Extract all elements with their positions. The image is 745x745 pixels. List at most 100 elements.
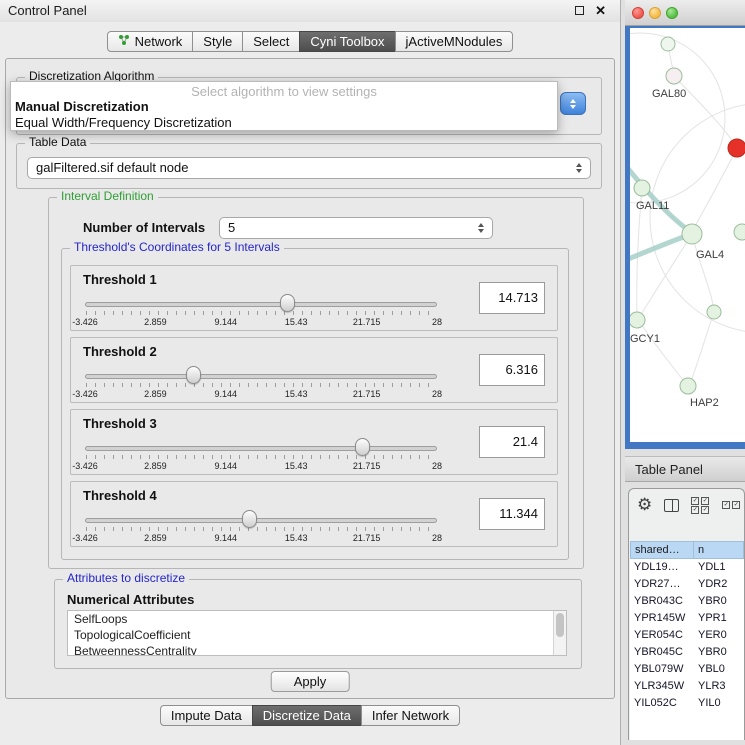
threshold-slider[interactable]: -3.4262.8599.14415.4321.71528 xyxy=(85,365,437,403)
list-scrollbar[interactable] xyxy=(553,611,566,655)
attributes-group: Attributes to discretize Numerical Attri… xyxy=(54,579,582,669)
tab-label: jActiveMNodules xyxy=(406,34,503,49)
slider-tick-label: 9.144 xyxy=(215,461,238,471)
node-label: GAL11 xyxy=(636,200,669,212)
slider-tick-label: 15.43 xyxy=(285,533,308,543)
gear-icon[interactable]: ⚙ xyxy=(637,495,652,515)
tab-cyni-toolbox[interactable]: Cyni Toolbox xyxy=(299,31,395,52)
network-node-gal4[interactable] xyxy=(682,224,702,244)
table-data-title: Table Data xyxy=(25,135,90,149)
threshold-block-1: Threshold 1-3.4262.8599.14415.4321.71528… xyxy=(70,265,558,331)
network-canvas[interactable]: GAL80GAL11GAL4GCY1HAP2 xyxy=(630,28,745,442)
table-row[interactable]: YBR045CYBR0 xyxy=(630,644,744,661)
algorithm-option-equal-width-frequency-discretization[interactable]: Equal Width/Frequency Discretization xyxy=(11,115,557,131)
table-cell: YBL079W xyxy=(630,661,694,678)
table-data-selected: galFiltered.sif default node xyxy=(36,160,188,175)
table-panel-window: ⚙ ✓✓✓✓ ✓✓ shared…n YDL19…YDL1YDR27…YDR2Y… xyxy=(628,488,745,740)
attribute-list-item[interactable]: SelfLoops xyxy=(68,611,566,627)
slider-tick-label: 9.144 xyxy=(215,317,238,327)
minimize-traffic-light-icon[interactable] xyxy=(649,7,661,19)
columns-icon[interactable] xyxy=(664,499,679,512)
threshold-value-field[interactable]: 11.344 xyxy=(479,498,545,530)
network-node[interactable] xyxy=(728,139,745,157)
float-window-icon[interactable] xyxy=(575,6,584,15)
threshold-value-field[interactable]: 6.316 xyxy=(479,354,545,386)
tab-discretize-data[interactable]: Discretize Data xyxy=(252,705,362,726)
slider-thumb[interactable] xyxy=(280,294,295,312)
slider-thumb[interactable] xyxy=(186,366,201,384)
slider-tick-label: 28 xyxy=(432,317,442,327)
number-of-intervals-label: Number of Intervals xyxy=(83,220,205,235)
algorithm-option-manual-discretization[interactable]: Manual Discretization xyxy=(11,99,557,115)
table-row[interactable]: YDR27…YDR2 xyxy=(630,576,744,593)
node-label: HAP2 xyxy=(690,397,719,409)
algorithm-combobox-stepper[interactable] xyxy=(560,92,586,115)
combo-stepper-icon xyxy=(474,218,488,238)
slider-track[interactable] xyxy=(85,374,437,379)
threshold-slider[interactable]: -3.4262.8599.14415.4321.71528 xyxy=(85,437,437,475)
close-traffic-light-icon[interactable] xyxy=(632,7,644,19)
network-node-gcy1[interactable] xyxy=(630,312,645,328)
slider-tick-label: 21.715 xyxy=(353,389,381,399)
network-node[interactable] xyxy=(707,305,721,319)
node-label: GAL80 xyxy=(652,88,686,100)
zoom-traffic-light-icon[interactable] xyxy=(666,7,678,19)
table-row[interactable]: YBL079WYBL0 xyxy=(630,661,744,678)
combo-stepper-icon xyxy=(572,158,586,178)
table-row[interactable]: YIL052CYIL0 xyxy=(630,695,744,712)
algorithm-dropdown-popup: Select algorithm to view settings Manual… xyxy=(10,81,558,131)
slider-thumb[interactable] xyxy=(355,438,370,456)
threshold-slider[interactable]: -3.4262.8599.14415.4321.71528 xyxy=(85,509,437,547)
network-node-gal80[interactable] xyxy=(666,68,682,84)
tab-select[interactable]: Select xyxy=(242,31,300,52)
network-node-gal11[interactable] xyxy=(634,180,650,196)
network-node-hap2[interactable] xyxy=(680,378,696,394)
table-row[interactable]: YLR345WYLR3 xyxy=(630,678,744,695)
tab-impute-data[interactable]: Impute Data xyxy=(160,705,253,726)
tab-jactivemnodules[interactable]: jActiveMNodules xyxy=(395,31,514,52)
numerical-attributes-list[interactable]: SelfLoopsTopologicalCoefficientBetweenne… xyxy=(67,610,567,656)
table-row[interactable]: YPR145WYPR1 xyxy=(630,610,744,627)
table-column-header[interactable]: n xyxy=(694,541,744,559)
table-header-row: shared…n xyxy=(630,541,744,559)
network-window-frame: GAL80GAL11GAL4GCY1HAP2 xyxy=(625,26,745,449)
checkbox-grid-icon[interactable]: ✓✓✓✓ xyxy=(691,497,710,514)
threshold-block-2: Threshold 2-3.4262.8599.14415.4321.71528… xyxy=(70,337,558,403)
table-row[interactable]: YER054CYER0 xyxy=(630,627,744,644)
attribute-list-item[interactable]: BetweennessCentrality xyxy=(68,643,566,656)
table-column-header[interactable]: shared… xyxy=(630,541,694,559)
threshold-slider[interactable]: -3.4262.8599.14415.4321.71528 xyxy=(85,293,437,331)
slider-tick-label: 15.43 xyxy=(285,317,308,327)
table-cell: YBR045C xyxy=(630,644,694,661)
table-cell: YBR043C xyxy=(630,593,694,610)
network-graph[interactable]: GAL80GAL11GAL4GCY1HAP2 xyxy=(630,28,745,442)
slider-tick-marks xyxy=(86,527,436,531)
apply-button[interactable]: Apply xyxy=(271,671,350,692)
threshold-value-field[interactable]: 21.4 xyxy=(479,426,545,458)
tab-style[interactable]: Style xyxy=(192,31,243,52)
table-data-combobox[interactable]: galFiltered.sif default node xyxy=(27,157,591,179)
slider-track[interactable] xyxy=(85,518,437,523)
table-panel-toolbar: ⚙ ✓✓✓✓ ✓✓ xyxy=(637,494,741,516)
table-row[interactable]: YDL19…YDL1 xyxy=(630,559,744,576)
tab-label: Style xyxy=(203,34,232,49)
tab-label: Discretize Data xyxy=(263,708,351,723)
slider-thumb[interactable] xyxy=(242,510,257,528)
cyni-toolbox-panel: Discretization Algorithm Table Data galF… xyxy=(5,58,615,699)
close-window-icon[interactable]: ✕ xyxy=(595,5,606,16)
table-cell: YPR1 xyxy=(694,610,744,627)
slider-tick-label: 2.859 xyxy=(144,461,167,471)
threshold-value-field[interactable]: 14.713 xyxy=(479,282,545,314)
table-row[interactable]: YBR043CYBR0 xyxy=(630,593,744,610)
tab-infer-network[interactable]: Infer Network xyxy=(361,705,460,726)
attribute-list-item[interactable]: TopologicalCoefficient xyxy=(68,627,566,643)
network-node[interactable] xyxy=(661,37,675,51)
network-node[interactable] xyxy=(734,224,745,240)
tab-network[interactable]: Network xyxy=(107,31,194,52)
slider-track[interactable] xyxy=(85,446,437,451)
checkbox-grid-icon[interactable]: ✓✓ xyxy=(722,501,741,509)
number-of-intervals-combobox[interactable]: 5 xyxy=(219,217,493,239)
slider-track[interactable] xyxy=(85,302,437,307)
node-label: GAL4 xyxy=(696,249,724,261)
list-scrollbar-thumb[interactable] xyxy=(556,613,564,637)
